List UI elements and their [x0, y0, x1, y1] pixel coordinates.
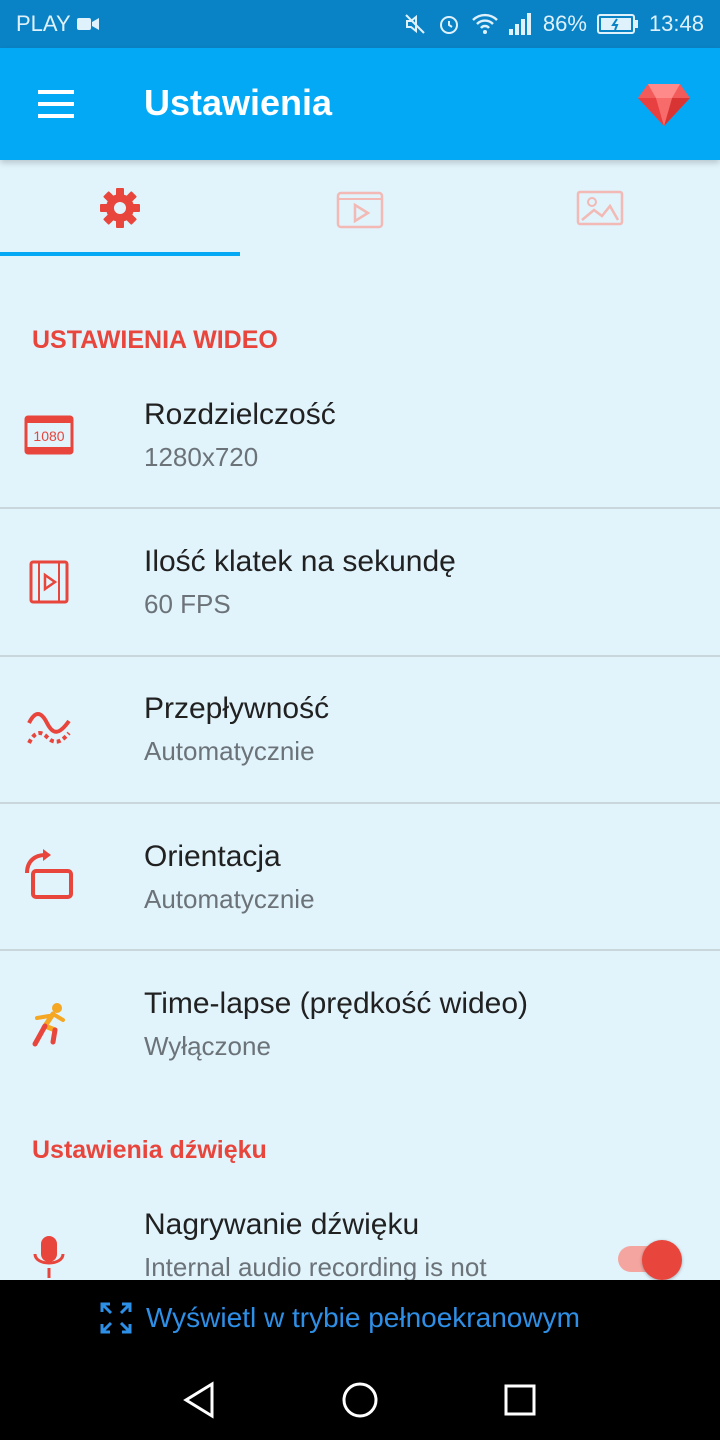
audio-icon-wrap [22, 1230, 76, 1280]
microphone-icon [33, 1236, 65, 1278]
audio-recording-toggle[interactable] [614, 1238, 684, 1280]
alarm-icon [439, 16, 458, 34]
image-icon [576, 190, 624, 226]
clock: 13:48 [648, 11, 704, 36]
setting-resolution[interactable]: 1080 Rozdzielczość 1280x720 [0, 366, 720, 512]
premium-button[interactable] [636, 76, 692, 132]
mute-icon [405, 14, 425, 34]
divider [0, 949, 720, 951]
setting-value: Wyłączone [144, 1031, 271, 1061]
toggle-thumb [642, 1240, 682, 1280]
setting-orientation[interactable]: Orientacja Automatycznie [0, 808, 720, 954]
carrier-label: PLAY [16, 11, 71, 36]
menu-button[interactable] [34, 86, 78, 122]
nav-recents-button[interactable] [500, 1380, 540, 1420]
tab-settings[interactable] [0, 160, 240, 256]
audio-section-header: Ustawienia dźwięku [32, 1136, 267, 1164]
resolution-icon-wrap: 1080 [22, 408, 76, 462]
menu-icon [38, 90, 74, 118]
battery-icon [596, 14, 638, 34]
gear-icon [100, 188, 140, 228]
orientation-icon-wrap [22, 848, 76, 902]
app-bar: Ustawienia [0, 48, 720, 160]
bottom-bar: Wyświetl w trybie pełnoekranowym [0, 1280, 720, 1440]
setting-timelapse[interactable]: Time-lapse (prędkość wideo) Wyłączone [0, 955, 720, 1101]
tab-bar [0, 160, 720, 258]
video-record-icon [76, 18, 99, 30]
status-bar: PLAY 86% 13:48 [0, 0, 720, 48]
recents-square-icon [504, 1384, 536, 1416]
active-tab-indicator [0, 252, 240, 256]
nav-home-button[interactable] [340, 1380, 380, 1420]
signal-icon [508, 13, 531, 35]
setting-title: Rozdzielczość [144, 398, 336, 431]
setting-value: Automatycznie [144, 736, 315, 766]
fullscreen-label: Wyświetl w trybie pełnoekranowym [146, 1302, 580, 1333]
running-person-icon [32, 1003, 65, 1047]
home-circle-icon [342, 1382, 378, 1418]
divider [0, 655, 720, 657]
divider [0, 802, 720, 804]
divider [0, 507, 720, 509]
fps-icon-wrap [22, 555, 76, 609]
setting-title: Ilość klatek na sekundę [144, 545, 456, 578]
gem-icon [638, 84, 690, 126]
video-section-header: USTAWIENIA WIDEO [32, 326, 278, 354]
tab-video[interactable] [240, 160, 480, 256]
resolution-1080-icon: 1080 [24, 415, 74, 455]
setting-value: Automatycznie [144, 884, 315, 914]
bitrate-icon-wrap [22, 702, 76, 756]
setting-value: 1280x720 [144, 442, 259, 472]
timelapse-icon-wrap [22, 997, 76, 1051]
setting-title: Przepływność [144, 692, 330, 725]
setting-fps[interactable]: Ilość klatek na sekundę 60 FPS [0, 513, 720, 659]
setting-bitrate[interactable]: Przepływność Automatycznie [0, 660, 720, 806]
video-icon [336, 191, 384, 229]
fullscreen-button[interactable]: Wyświetl w trybie pełnoekranowym [100, 1302, 580, 1334]
bitrate-wave-icon [27, 712, 71, 744]
rotate-screen-icon [25, 849, 73, 899]
nav-back-button[interactable] [180, 1380, 220, 1420]
page-title: Ustawienia [144, 82, 333, 123]
back-triangle-icon [183, 1381, 214, 1419]
setting-title: Nagrywanie dźwięku [144, 1208, 420, 1241]
tab-images[interactable] [480, 160, 720, 256]
resolution-icon-label: 1080 [33, 428, 64, 444]
setting-audio-recording[interactable]: Nagrywanie dźwięku Internal audio record… [0, 1178, 720, 1280]
battery-percent: 86% [542, 11, 587, 36]
setting-title: Time-lapse (prędkość wideo) [144, 987, 529, 1020]
film-frame-icon [29, 560, 69, 604]
setting-title: Orientacja [144, 840, 281, 873]
wifi-icon [472, 13, 498, 34]
setting-value: 60 FPS [144, 589, 231, 619]
fullscreen-icon [100, 1302, 132, 1334]
setting-value: Internal audio recording is not [144, 1252, 487, 1280]
